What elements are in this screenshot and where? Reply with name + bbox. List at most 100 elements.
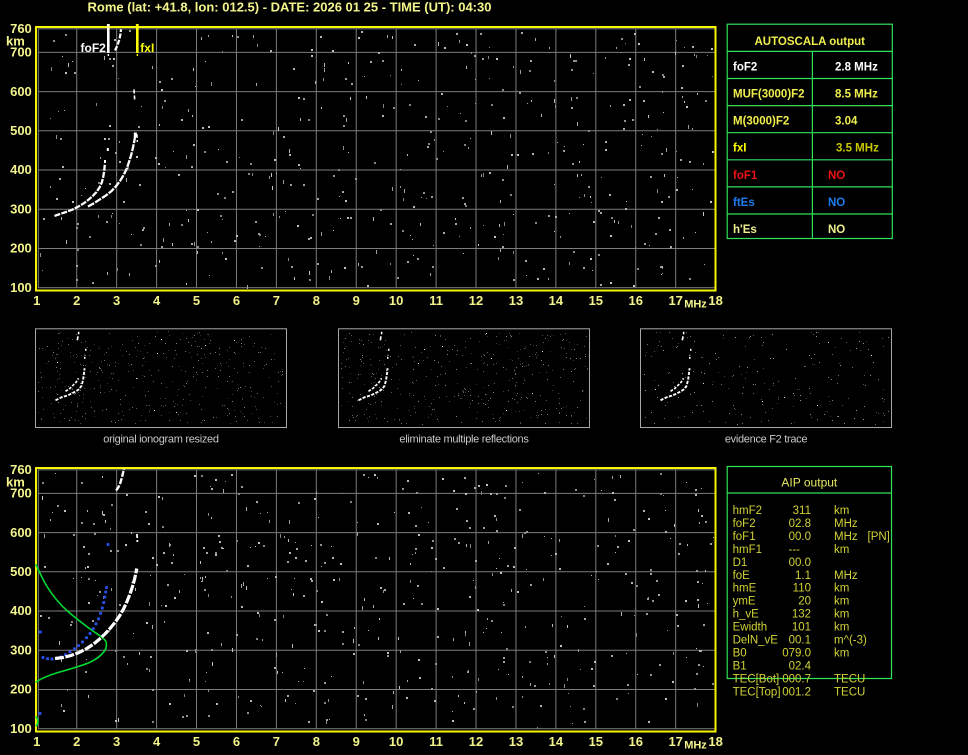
- svg-text:foF2: foF2: [81, 41, 107, 55]
- svg-text:8: 8: [313, 734, 320, 749]
- svg-text:14: 14: [549, 293, 564, 308]
- svg-text:12: 12: [469, 734, 483, 749]
- svg-text:Ewidth: Ewidth: [733, 622, 768, 634]
- svg-text:NO: NO: [828, 224, 845, 236]
- svg-text:hmE: hmE: [733, 583, 757, 595]
- svg-text:hmF1: hmF1: [733, 544, 762, 556]
- svg-text:3: 3: [113, 293, 120, 308]
- svg-text:311: 311: [793, 505, 811, 517]
- svg-text:500: 500: [10, 564, 32, 579]
- svg-text:20: 20: [798, 596, 811, 608]
- svg-text:132: 132: [792, 609, 811, 621]
- svg-text:100: 100: [10, 721, 32, 736]
- svg-text:MHz: MHz: [834, 518, 858, 530]
- svg-text:8.5 MHz: 8.5 MHz: [835, 89, 878, 101]
- svg-text:18: 18: [708, 293, 722, 308]
- svg-text:AUTOSCALA output: AUTOSCALA output: [754, 36, 865, 48]
- svg-text:km: km: [834, 505, 849, 517]
- svg-text:B0: B0: [733, 647, 747, 659]
- svg-text:MUF(3000)F2: MUF(3000)F2: [733, 89, 805, 101]
- svg-text:11: 11: [429, 734, 443, 749]
- svg-text:foF1: foF1: [733, 170, 758, 182]
- svg-text:2: 2: [73, 293, 80, 308]
- svg-text:3.5 MHz: 3.5 MHz: [836, 143, 879, 155]
- svg-text:MHz: MHz: [684, 299, 707, 311]
- svg-text:h_vE: h_vE: [733, 609, 760, 621]
- svg-text:3: 3: [113, 734, 120, 749]
- svg-text:16: 16: [629, 734, 643, 749]
- svg-text:02.4: 02.4: [789, 660, 812, 672]
- svg-text:[PN]: [PN]: [868, 531, 890, 543]
- svg-text:1: 1: [33, 293, 40, 308]
- svg-text:100: 100: [10, 280, 32, 295]
- svg-text:NO: NO: [828, 170, 845, 182]
- svg-text:1: 1: [33, 734, 40, 749]
- svg-text:TECU: TECU: [834, 673, 865, 685]
- svg-text:foF2: foF2: [733, 61, 757, 73]
- svg-text:13: 13: [509, 734, 523, 749]
- svg-text:17: 17: [668, 734, 682, 749]
- svg-text:km: km: [834, 596, 849, 608]
- svg-text:D1: D1: [733, 557, 748, 569]
- svg-text:300: 300: [10, 642, 32, 657]
- svg-text:TECU: TECU: [834, 686, 865, 698]
- svg-text:5: 5: [193, 293, 200, 308]
- svg-text:4: 4: [153, 734, 161, 749]
- svg-text:foE: foE: [733, 570, 751, 582]
- svg-text:11: 11: [429, 293, 443, 308]
- svg-text:8: 8: [313, 293, 320, 308]
- svg-text:200: 200: [10, 241, 32, 256]
- svg-text:km: km: [834, 609, 849, 621]
- svg-text:foF1: foF1: [733, 531, 756, 543]
- svg-text:6: 6: [233, 734, 240, 749]
- svg-text:12: 12: [469, 293, 483, 308]
- svg-text:TEC[Bot]: TEC[Bot]: [733, 673, 780, 685]
- svg-text:original ionogram resized: original ionogram resized: [103, 433, 219, 445]
- svg-text:15: 15: [589, 734, 603, 749]
- svg-text:foF2: foF2: [733, 518, 756, 530]
- svg-text:18: 18: [708, 734, 722, 749]
- svg-text:001.2: 001.2: [782, 686, 811, 698]
- svg-text:600: 600: [10, 525, 32, 540]
- svg-text:600: 600: [10, 84, 32, 99]
- svg-text:000.7: 000.7: [782, 673, 811, 685]
- svg-text:500: 500: [10, 123, 32, 138]
- svg-text:eliminate multiple reflections: eliminate multiple reflections: [399, 433, 529, 445]
- svg-text:400: 400: [10, 162, 32, 177]
- svg-text:hmF2: hmF2: [733, 505, 762, 517]
- svg-text:MHz: MHz: [834, 531, 858, 543]
- svg-text:MHz: MHz: [684, 740, 707, 752]
- svg-text:Rome (lat: +41.8, lon: 012.5): Rome (lat: +41.8, lon: 012.5) - DATE: 20…: [88, 0, 492, 14]
- svg-text:13: 13: [509, 293, 523, 308]
- svg-text:101: 101: [792, 622, 811, 634]
- svg-text:7: 7: [273, 734, 280, 749]
- svg-text:2.8 MHz: 2.8 MHz: [835, 61, 878, 73]
- svg-text:ymE: ymE: [733, 596, 756, 608]
- svg-text:400: 400: [10, 603, 32, 618]
- svg-text:DelN_vE: DelN_vE: [733, 635, 779, 647]
- svg-text:200: 200: [10, 682, 32, 697]
- svg-text:5: 5: [193, 734, 200, 749]
- svg-text:9: 9: [353, 734, 360, 749]
- svg-text:km: km: [834, 622, 849, 634]
- svg-text:17: 17: [668, 293, 682, 308]
- svg-text:km: km: [834, 544, 849, 556]
- svg-text:3.04: 3.04: [835, 116, 858, 128]
- svg-text:00.0: 00.0: [789, 531, 811, 543]
- svg-text:00.1: 00.1: [789, 635, 811, 647]
- svg-text:---: ---: [789, 544, 801, 556]
- svg-text:6: 6: [233, 293, 240, 308]
- svg-text:7: 7: [273, 293, 280, 308]
- svg-text:fxI: fxI: [733, 143, 746, 155]
- svg-text:300: 300: [10, 201, 32, 216]
- svg-text:9: 9: [353, 293, 360, 308]
- svg-text:B1: B1: [733, 660, 747, 672]
- svg-text:evidence F2 trace: evidence F2 trace: [725, 433, 808, 445]
- svg-text:02.8: 02.8: [789, 518, 811, 530]
- svg-text:AIP output: AIP output: [781, 476, 837, 490]
- svg-text:m^(-3): m^(-3): [834, 635, 867, 647]
- svg-text:TEC[Top]: TEC[Top]: [733, 686, 781, 698]
- svg-text:110: 110: [793, 583, 811, 595]
- svg-text:NO: NO: [828, 197, 845, 209]
- svg-text:14: 14: [549, 734, 564, 749]
